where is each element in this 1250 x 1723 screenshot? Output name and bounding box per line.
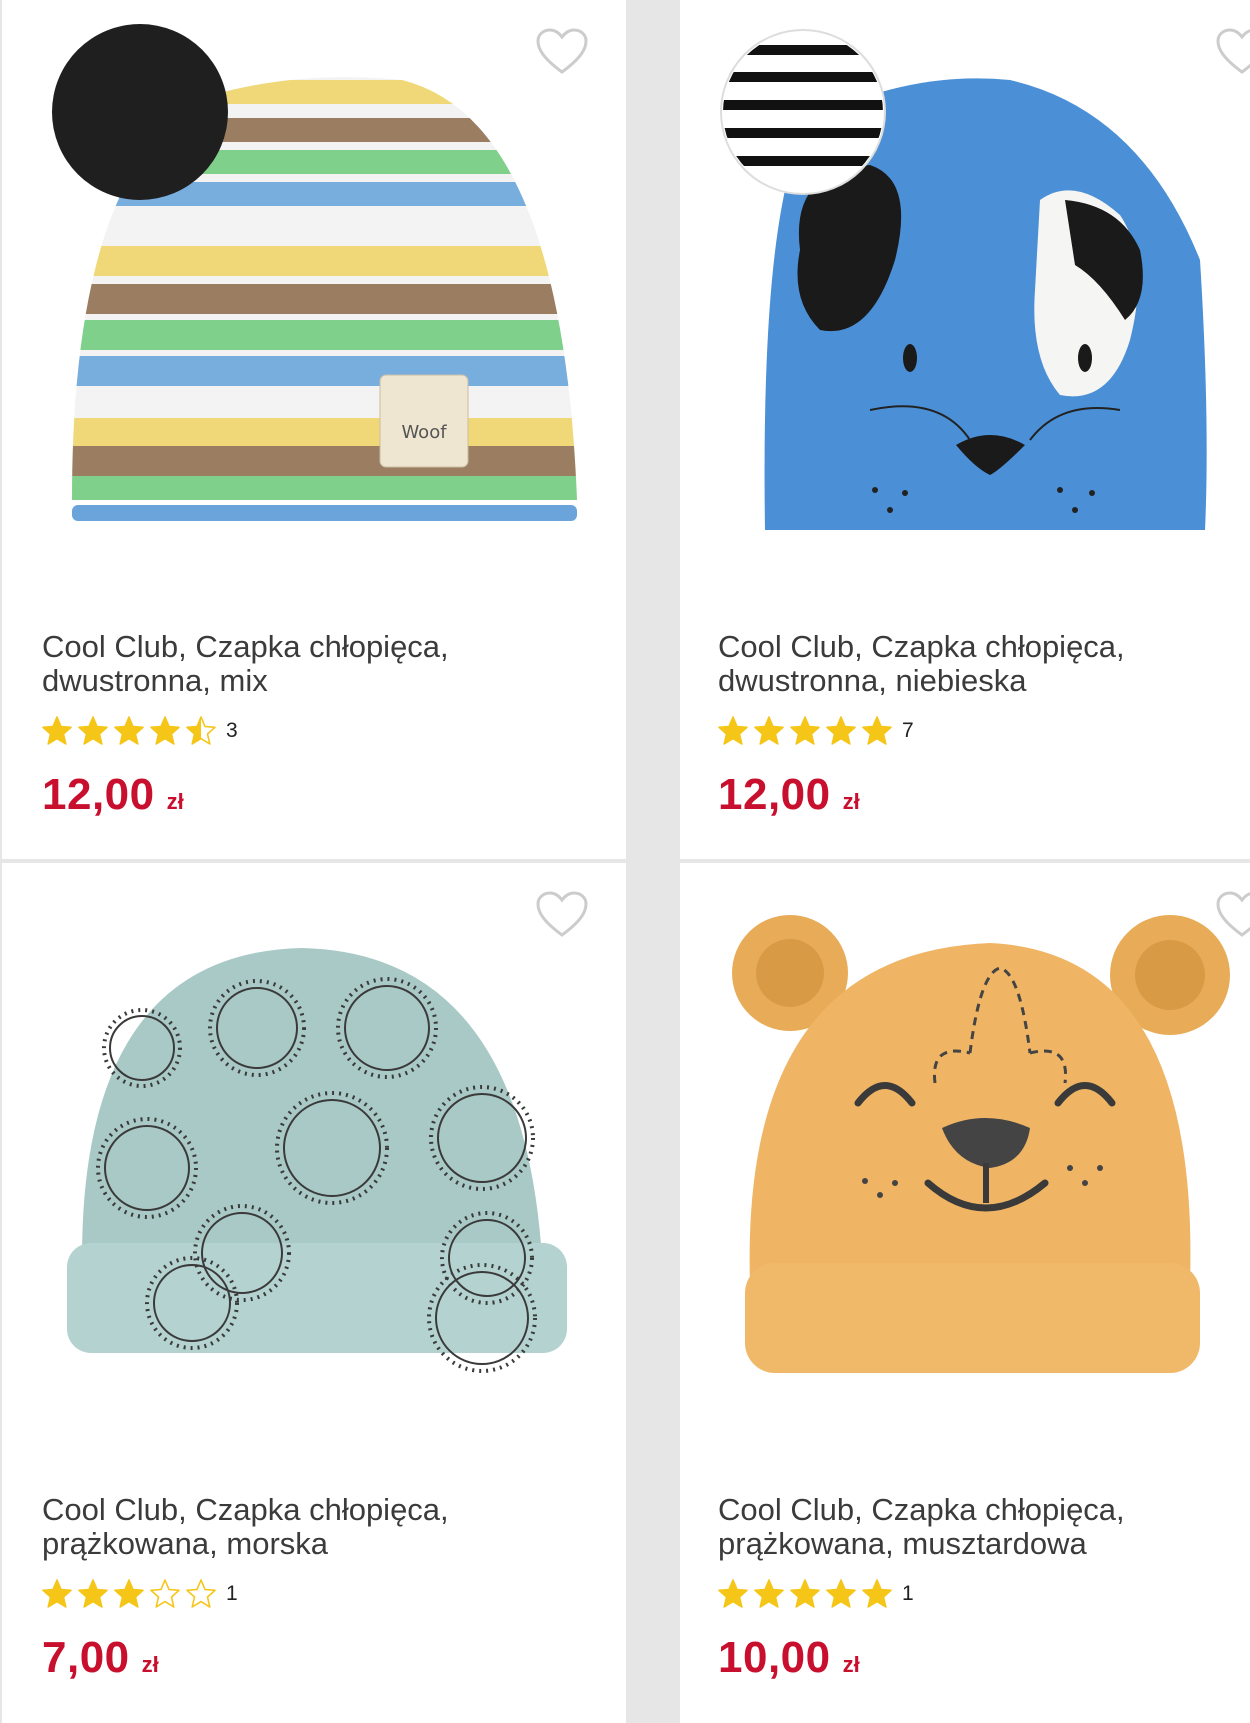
price: 7,00 zł: [42, 1633, 159, 1682]
product-title[interactable]: Cool Club, Czapka chłopięca, prążkowana,…: [42, 1493, 562, 1561]
product-image[interactable]: [2, 863, 626, 1423]
heart-icon[interactable]: [1215, 28, 1250, 76]
star-full-icon: [78, 1579, 108, 1608]
review-count: 7: [902, 719, 914, 742]
star-full-icon: [790, 716, 820, 745]
star-full-icon: [826, 716, 856, 745]
heart-icon[interactable]: [1215, 891, 1250, 939]
star-full-icon: [862, 716, 892, 745]
star-full-icon: [114, 1579, 144, 1608]
review-count: 1: [226, 1582, 238, 1605]
star-full-icon: [790, 1579, 820, 1608]
product-title[interactable]: Cool Club, Czapka chłopięca, dwustronna,…: [718, 630, 1238, 698]
price: 12,00 zł: [42, 770, 184, 819]
star-full-icon: [754, 1579, 784, 1608]
svg-text:Woof: Woof: [401, 422, 447, 443]
star-empty-icon: [186, 1579, 216, 1608]
heart-icon[interactable]: [535, 28, 589, 76]
star-full-icon: [42, 1579, 72, 1608]
product-image[interactable]: [680, 0, 1250, 560]
review-count: 3: [226, 719, 238, 742]
star-half-icon: [186, 716, 216, 745]
price: 12,00 zł: [718, 770, 860, 819]
star-full-icon: [754, 716, 784, 745]
rating: 3: [42, 715, 238, 747]
product-card[interactable]: Cool Club, Czapka chłopięca, prążkowana,…: [680, 863, 1250, 1723]
product-grid: Woof Cool Club, Czapka chłopięca, dwustr…: [0, 0, 1250, 1723]
star-full-icon: [150, 716, 180, 745]
star-full-icon: [718, 1579, 748, 1608]
product-title[interactable]: Cool Club, Czapka chłopięca, dwustronna,…: [42, 630, 562, 698]
rating: 1: [718, 1578, 914, 1610]
star-full-icon: [114, 716, 144, 745]
product-card[interactable]: Woof Cool Club, Czapka chłopięca, dwustr…: [2, 0, 626, 859]
star-empty-icon: [150, 1579, 180, 1608]
product-image[interactable]: Woof: [2, 0, 626, 560]
price: 10,00 zł: [718, 1633, 860, 1682]
product-image[interactable]: [680, 863, 1250, 1423]
product-card[interactable]: Cool Club, Czapka chłopięca, dwustronna,…: [680, 0, 1250, 859]
rating: 1: [42, 1578, 238, 1610]
star-full-icon: [862, 1579, 892, 1608]
star-full-icon: [78, 716, 108, 745]
star-full-icon: [718, 716, 748, 745]
product-title[interactable]: Cool Club, Czapka chłopięca, prążkowana,…: [718, 1493, 1238, 1561]
product-card[interactable]: Cool Club, Czapka chłopięca, prążkowana,…: [2, 863, 626, 1723]
heart-icon[interactable]: [535, 891, 589, 939]
review-count: 1: [902, 1582, 914, 1605]
star-full-icon: [826, 1579, 856, 1608]
rating: 7: [718, 715, 914, 747]
star-full-icon: [42, 716, 72, 745]
